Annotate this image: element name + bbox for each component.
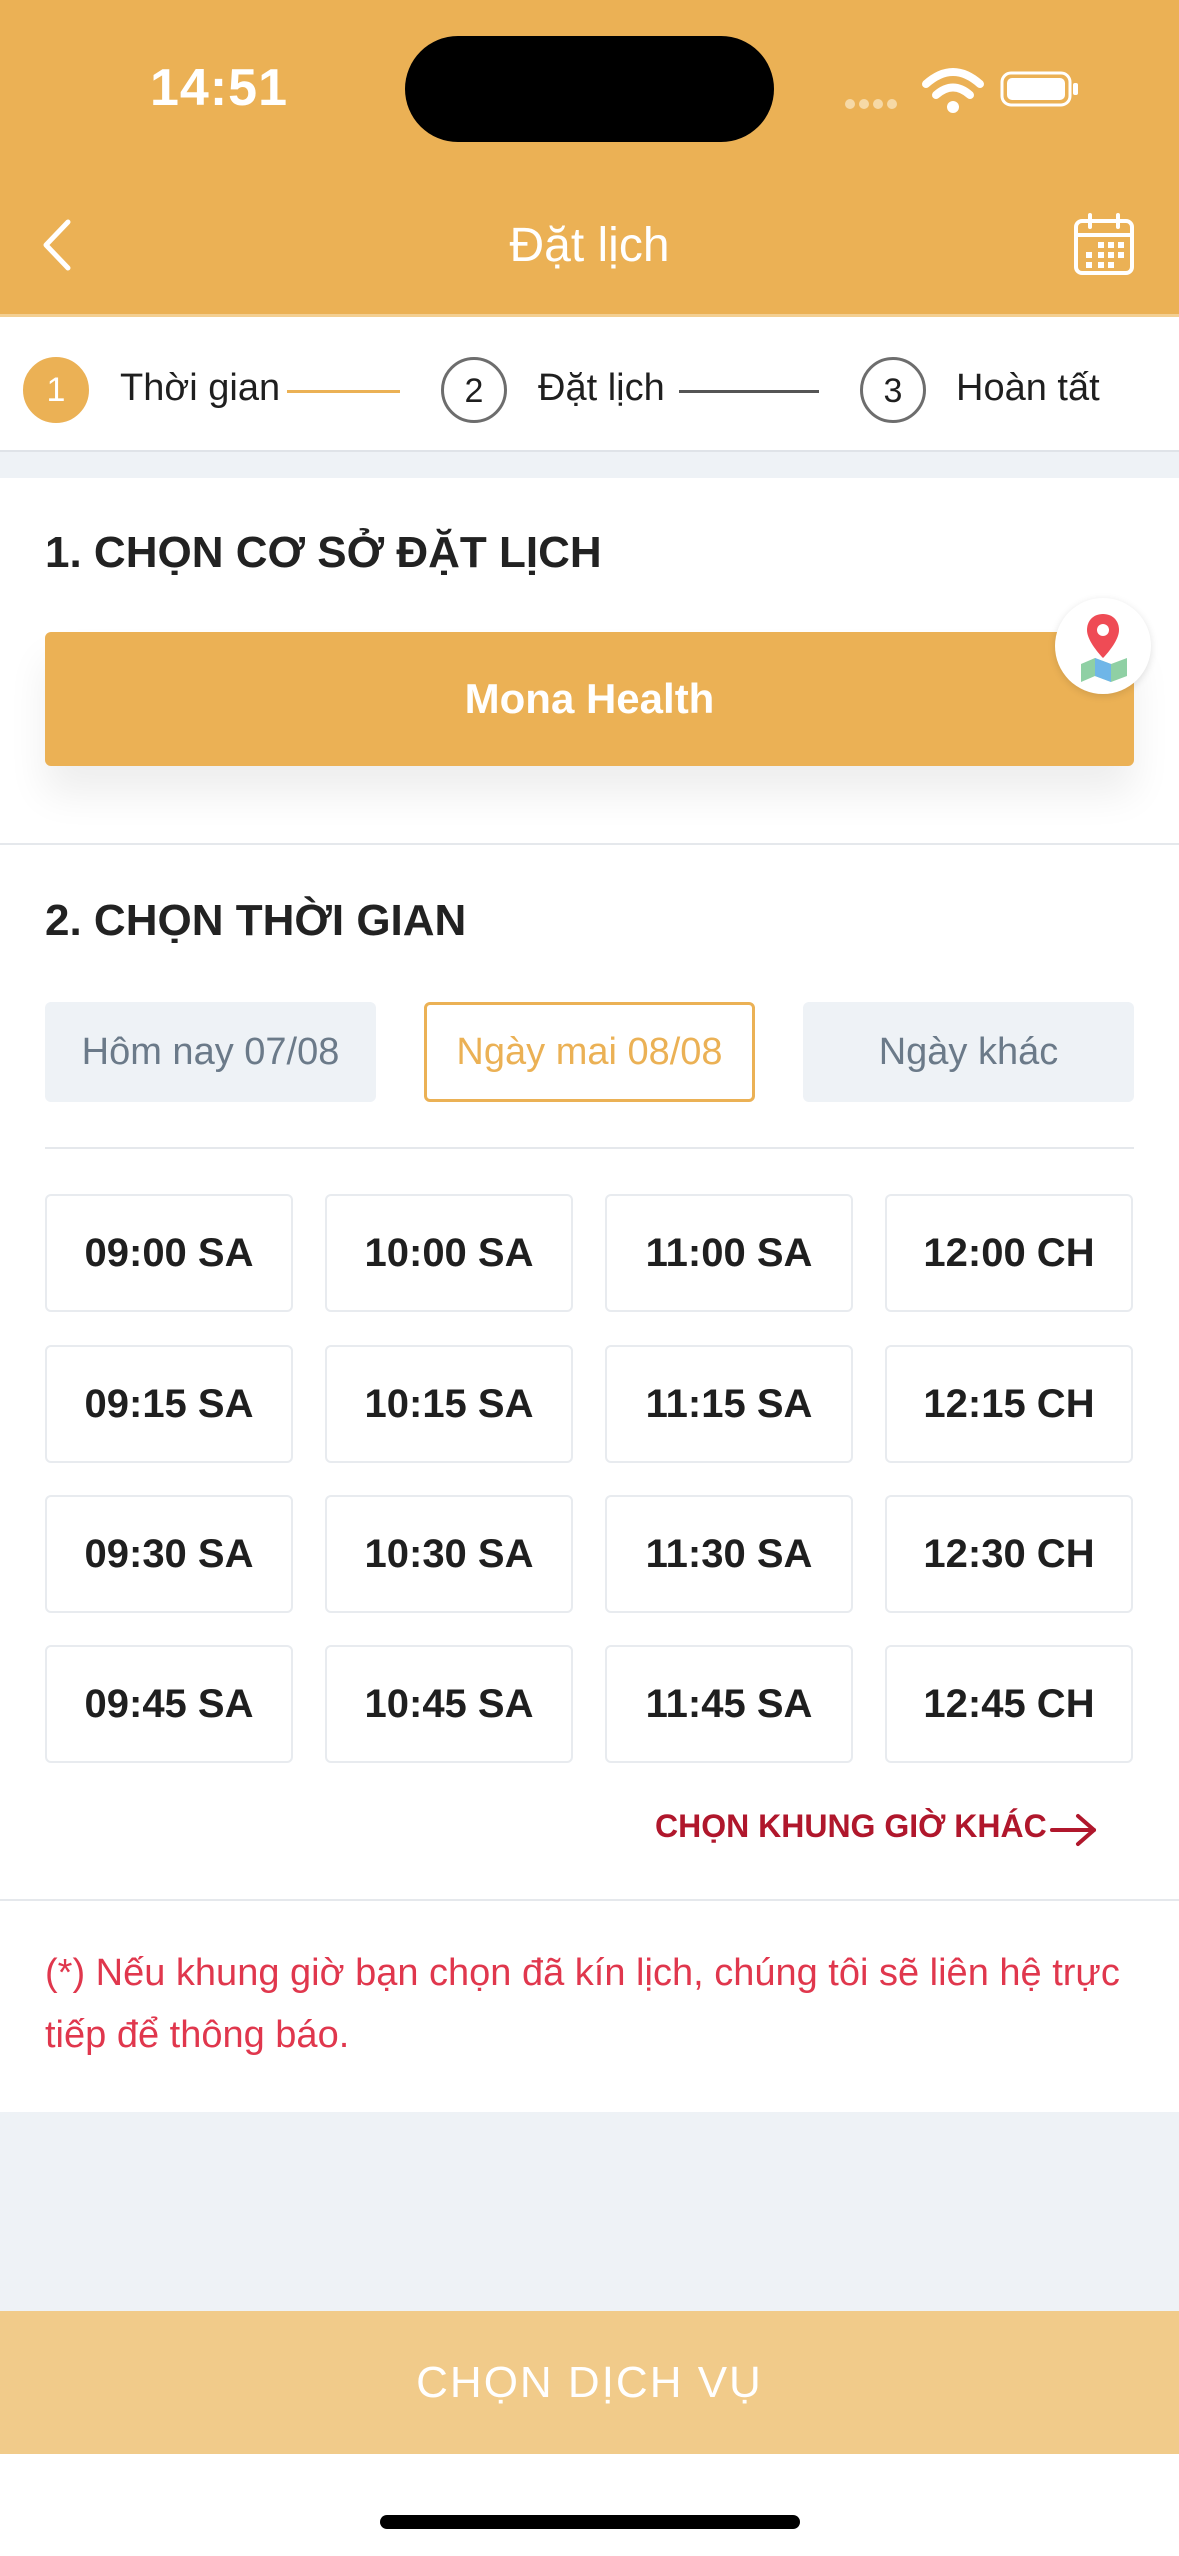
status-time: 14:51 xyxy=(150,59,288,117)
time-slot[interactable]: 09:00 SA xyxy=(45,1194,293,1312)
step-connector xyxy=(287,390,400,393)
step-1-label: Thời gian xyxy=(120,367,281,409)
date-option-other[interactable]: Ngày khác xyxy=(803,1002,1134,1102)
time-slot[interactable]: 11:00 SA xyxy=(605,1194,853,1312)
date-option-tomorrow[interactable]: Ngày mai 08/08 xyxy=(424,1002,755,1102)
date-divider xyxy=(45,1147,1134,1149)
step-connector xyxy=(679,390,819,393)
step-2-indicator: 2 xyxy=(441,357,507,423)
app-header: 14:51 Đặt lịch xyxy=(0,0,1179,317)
time-slot[interactable]: 09:30 SA xyxy=(45,1495,293,1613)
time-slot[interactable]: 12:00 CH xyxy=(885,1194,1133,1312)
time-slot[interactable]: 10:00 SA xyxy=(325,1194,573,1312)
map-button[interactable] xyxy=(1055,598,1151,694)
time-slot[interactable]: 11:15 SA xyxy=(605,1345,853,1463)
choose-service-button[interactable]: CHỌN DỊCH VỤ xyxy=(0,2311,1179,2454)
dynamic-island xyxy=(405,36,774,142)
section-divider xyxy=(0,1899,1179,1901)
step-2-label: Đặt lịch xyxy=(538,367,665,409)
step-3-label: Hoàn tất xyxy=(956,367,1100,409)
date-option-today[interactable]: Hôm nay 07/08 xyxy=(45,1002,376,1102)
step-1-indicator: 1 xyxy=(23,357,89,423)
time-slot[interactable]: 09:15 SA xyxy=(45,1345,293,1463)
step-3-indicator: 3 xyxy=(860,357,926,423)
wifi-icon xyxy=(922,68,984,113)
arrow-right-icon[interactable] xyxy=(1050,1810,1098,1850)
time-slot[interactable]: 12:45 CH xyxy=(885,1645,1133,1763)
time-slot[interactable]: 11:45 SA xyxy=(605,1645,853,1763)
time-section-title: 2. CHỌN THỜI GIAN xyxy=(45,896,467,945)
time-slot[interactable]: 12:15 CH xyxy=(885,1345,1133,1463)
time-slot[interactable]: 10:30 SA xyxy=(325,1495,573,1613)
time-slot[interactable]: 10:45 SA xyxy=(325,1645,573,1763)
bottom-spacer xyxy=(0,2112,1179,2312)
section-divider xyxy=(0,843,1179,845)
time-slot[interactable]: 11:30 SA xyxy=(605,1495,853,1613)
other-time-link[interactable]: CHỌN KHUNG GIỜ KHÁC xyxy=(655,1808,1047,1845)
cellular-signal-icon xyxy=(845,96,905,109)
time-slot[interactable]: 12:30 CH xyxy=(885,1495,1133,1613)
home-indicator[interactable] xyxy=(380,2515,800,2529)
availability-note: (*) Nếu khung giờ bạn chọn đã kín lịch, … xyxy=(45,1952,1120,2056)
time-slot[interactable]: 10:15 SA xyxy=(325,1345,573,1463)
battery-icon xyxy=(1000,71,1078,107)
map-pin-icon xyxy=(1081,614,1127,682)
branch-section-title: 1. CHỌN CƠ SỞ ĐẶT LỊCH xyxy=(45,528,602,577)
branch-select-button[interactable]: Mona Health xyxy=(45,632,1134,766)
calendar-icon[interactable] xyxy=(1072,213,1136,277)
booking-stepper: 1 Thời gian 2 Đặt lịch 3 Hoàn tất xyxy=(0,317,1179,452)
section-spacer xyxy=(0,452,1179,478)
page-title: Đặt lịch xyxy=(509,219,670,272)
time-slot[interactable]: 09:45 SA xyxy=(45,1645,293,1763)
